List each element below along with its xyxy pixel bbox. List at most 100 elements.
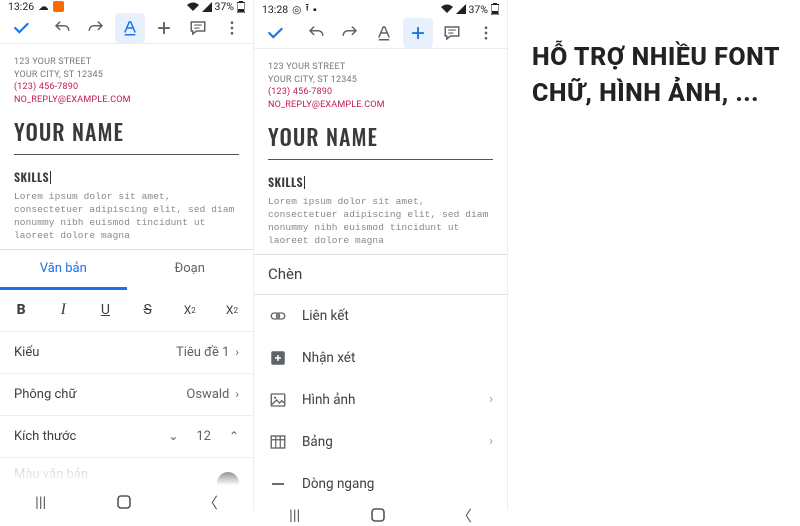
body-text: Lorem ipsum dolor sit amet, consectetuer…: [268, 196, 493, 247]
nav-bar: ||| 〈: [254, 505, 507, 526]
strike-button[interactable]: S: [127, 290, 169, 331]
insert-hr-label: Dòng ngang: [302, 476, 374, 492]
redo-button[interactable]: [81, 13, 111, 43]
status-battery: 37%: [469, 3, 489, 16]
phone-left: 13:26 ☁ 37%: [0, 0, 254, 510]
text-color-label: Màu văn bản: [14, 467, 88, 482]
horizontal-rule-icon: [268, 475, 288, 493]
insert-link-label: Liên kết: [302, 308, 349, 324]
chevron-right-icon: ›: [235, 345, 239, 359]
insert-comment-row[interactable]: Nhận xét: [254, 337, 507, 379]
status-time: 13:26: [8, 0, 34, 13]
battery-icon: [491, 3, 499, 15]
status-bar: 13:26 ☁ 37%: [0, 0, 253, 13]
phone-number: (123) 456-7890: [14, 81, 239, 94]
link-icon: [268, 307, 288, 325]
status-bar: 13:28 ◎ ⭱ ▪ 37%: [254, 0, 507, 18]
style-label: Kiểu: [14, 345, 39, 360]
redo-button[interactable]: [335, 18, 365, 48]
back-button[interactable]: 〈: [203, 492, 218, 513]
instagram-icon: ◎: [292, 3, 301, 16]
done-button[interactable]: [260, 18, 290, 48]
document-area[interactable]: 123 YOUR STREET YOUR CITY, ST 12345 (123…: [254, 49, 507, 254]
insert-image-label: Hình ảnh: [302, 392, 355, 408]
size-label: Kích thước: [14, 429, 76, 444]
insert-button[interactable]: [403, 18, 433, 48]
underline-button[interactable]: U: [84, 290, 126, 331]
bold-button[interactable]: B: [0, 290, 42, 331]
format-button[interactable]: [369, 18, 399, 48]
recents-button[interactable]: |||: [35, 493, 46, 511]
status-time: 13:28: [262, 3, 288, 16]
insert-image-row[interactable]: Hình ảnh ›: [254, 379, 507, 421]
chevron-right-icon: ›: [235, 387, 239, 401]
upload-icon: ⭱: [305, 0, 309, 18]
size-value: 12: [196, 429, 211, 444]
divider: [268, 159, 493, 160]
doc-name-heading: YOUR NAME: [268, 121, 493, 153]
chevron-right-icon: ›: [489, 434, 493, 449]
chevron-right-icon: ›: [489, 392, 493, 407]
tab-text[interactable]: Văn bản: [0, 250, 127, 290]
style-row[interactable]: Kiểu Tiêu đề 1 ›: [0, 332, 253, 374]
recents-button[interactable]: |||: [289, 506, 300, 524]
toolbar: [254, 18, 507, 49]
divider: [14, 154, 239, 155]
done-button[interactable]: [6, 13, 36, 43]
insert-panel-title: Chèn: [254, 255, 507, 295]
wifi-icon: [187, 2, 199, 12]
email: NO_REPLY@EXAMPLE.COM: [14, 94, 239, 107]
color-swatch: [217, 472, 239, 492]
section-title: SKILLS: [14, 169, 239, 186]
address-line1: 123 YOUR STREET: [268, 61, 493, 74]
body-text: Lorem ipsum dolor sit amet, consectetuer…: [14, 191, 239, 242]
undo-button[interactable]: [47, 13, 77, 43]
caption-text: HỖ TRỢ NHIỀU FONT CHỮ, HÌNH ẢNH, ...: [532, 40, 780, 113]
home-button[interactable]: [116, 494, 132, 510]
address-line1: 123 YOUR STREET: [14, 56, 239, 69]
undo-button[interactable]: [301, 18, 331, 48]
tab-paragraph[interactable]: Đoạn: [127, 250, 254, 290]
superscript-button[interactable]: X2: [169, 290, 211, 331]
phone-number: (123) 456-7890: [268, 86, 493, 99]
insert-hr-row[interactable]: Dòng ngang: [254, 463, 507, 505]
dot-icon: ▪: [313, 3, 317, 16]
insert-table-label: Bảng: [302, 434, 333, 450]
document-area[interactable]: 123 YOUR STREET YOUR CITY, ST 12345 (123…: [0, 44, 253, 249]
subscript-button[interactable]: X2: [211, 290, 253, 331]
chevron-up-icon[interactable]: ⌃: [229, 429, 239, 443]
table-icon: [268, 433, 288, 451]
status-battery: 37%: [215, 0, 235, 13]
caption-pane: HỖ TRỢ NHIỀU FONT CHỮ, HÌNH ẢNH, ...: [508, 0, 800, 510]
font-value: Oswald: [186, 387, 229, 402]
email: NO_REPLY@EXAMPLE.COM: [268, 99, 493, 112]
format-button[interactable]: [115, 13, 145, 43]
insert-button[interactable]: [149, 13, 179, 43]
style-value: Tiêu đề 1: [176, 345, 229, 360]
toolbar: [0, 13, 253, 44]
chevron-down-icon[interactable]: ⌄: [168, 429, 178, 443]
font-row[interactable]: Phông chữ Oswald ›: [0, 374, 253, 416]
insert-table-row[interactable]: Bảng ›: [254, 421, 507, 463]
wifi-icon: [441, 4, 453, 14]
format-panel: Văn bản Đoạn B I U S X2 X2 Kiểu Tiêu đề …: [0, 249, 253, 492]
section-title: SKILLS: [268, 174, 493, 191]
comment-button[interactable]: [437, 18, 467, 48]
size-row[interactable]: Kích thước ⌄ 12 ⌃: [0, 416, 253, 458]
more-button[interactable]: [471, 18, 501, 48]
address-line2: YOUR CITY, ST 12345: [14, 69, 239, 82]
insert-panel: Chèn Liên kết Nhận xét Hình ảnh › Bảng ›: [254, 254, 507, 505]
back-button[interactable]: 〈: [457, 505, 472, 526]
add-comment-icon: [268, 349, 288, 367]
insert-comment-label: Nhận xét: [302, 350, 355, 366]
italic-button[interactable]: I: [42, 290, 84, 331]
insert-link-row[interactable]: Liên kết: [254, 295, 507, 337]
text-color-row[interactable]: Màu văn bản: [0, 458, 253, 492]
doc-name-heading: YOUR NAME: [14, 116, 239, 148]
image-icon: [268, 391, 288, 409]
more-button[interactable]: [217, 13, 247, 43]
text-cursor: [304, 176, 305, 189]
font-label: Phông chữ: [14, 387, 77, 402]
comment-button[interactable]: [183, 13, 213, 43]
signal-icon: [202, 2, 212, 12]
